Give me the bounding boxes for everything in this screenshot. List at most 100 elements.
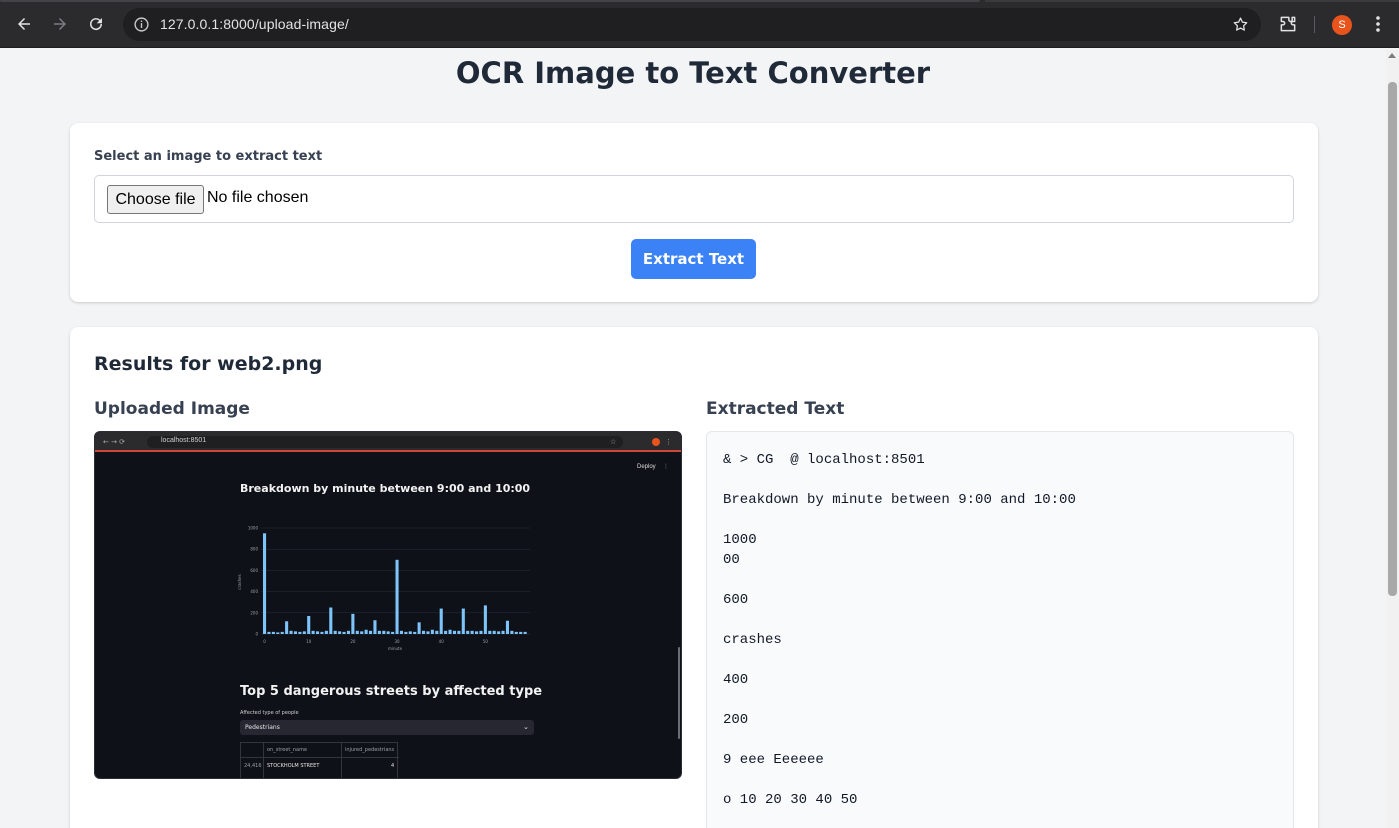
uploaded-image-chart-bar xyxy=(448,629,452,634)
uploaded-image-deploy-label: Deploy xyxy=(637,464,656,470)
uploaded-image-chart-y-tick: 400 xyxy=(250,589,258,594)
uploaded-image-chart-bar xyxy=(510,630,514,634)
uploaded-image-table-cell: STOCKHOLM STREET xyxy=(267,763,320,769)
uploaded-image-chart-bar xyxy=(488,630,492,634)
uploaded-image-chart-bar xyxy=(457,630,461,634)
address-bar[interactable]: 127.0.0.1:8000/upload-image/ xyxy=(123,8,1261,41)
uploaded-image-chart-bar xyxy=(435,630,439,634)
back-button[interactable] xyxy=(11,11,37,37)
url-text[interactable]: 127.0.0.1:8000/upload-image/ xyxy=(160,16,349,32)
page-title: OCR Image to Text Converter xyxy=(455,56,931,90)
uploaded-image-chart-bar xyxy=(395,559,399,634)
uploaded-image-chart-bar xyxy=(514,631,518,634)
info-icon[interactable] xyxy=(133,16,150,33)
file-input-label: Select an image to extract text xyxy=(94,149,323,164)
uploaded-image-chart-bar xyxy=(501,630,505,634)
uploaded-image-heading: Uploaded Image xyxy=(94,399,250,419)
uploaded-image-chart-bar xyxy=(329,607,333,634)
profile-avatar[interactable]: S xyxy=(1332,15,1352,35)
uploaded-image-chart-bar xyxy=(307,615,311,634)
uploaded-image-table-header: on_street_name xyxy=(267,747,308,753)
uploaded-image-chart-x-tick: 40 xyxy=(439,639,445,644)
uploaded-image-menu-icon: ⋮ xyxy=(665,438,672,446)
reload-button[interactable] xyxy=(83,11,109,37)
uploaded-image-select-value: Pedestrians xyxy=(245,724,280,731)
uploaded-image-chart-x-tick: 20 xyxy=(350,639,356,644)
uploaded-image-chart-bar xyxy=(355,630,359,634)
uploaded-image-chart-bar xyxy=(382,630,386,634)
uploaded-image-chart-y-label: crashes xyxy=(237,574,242,589)
uploaded-image-chart-x-label: minute xyxy=(388,646,403,651)
uploaded-image-chart-bar xyxy=(413,631,417,634)
uploaded-image-chart-bar xyxy=(466,630,470,634)
uploaded-image-chart-bar xyxy=(475,631,479,634)
uploaded-image-chart-y-tick: 1000 xyxy=(248,526,259,531)
results-heading: Results for web2.png xyxy=(94,353,323,375)
arrow-left-icon xyxy=(18,18,30,30)
uploaded-image-chart-y-tick: 800 xyxy=(250,547,258,552)
uploaded-image-star-icon: ☆ xyxy=(610,438,617,446)
uploaded-image-chart-bar xyxy=(298,631,302,634)
puzzle-icon[interactable] xyxy=(1278,14,1298,34)
file-input[interactable]: Choose file No file chosen xyxy=(94,175,1294,223)
uploaded-image-chart-bar xyxy=(422,630,426,634)
uploaded-image-section-title: Top 5 dangerous streets by affected type xyxy=(240,684,543,699)
uploaded-image-chart-x-tick: 30 xyxy=(394,639,400,644)
uploaded-image-select xyxy=(240,720,534,735)
forward-button[interactable] xyxy=(47,11,73,37)
kebab-menu-icon[interactable] xyxy=(1370,14,1386,34)
uploaded-image-chart-bar xyxy=(293,631,298,634)
uploaded-image-chart: 0 200 400 600 800 1000 0 10 20 30 40 50 crashes minut… xyxy=(237,526,530,651)
uploaded-image-chart-bar xyxy=(497,631,501,634)
uploaded-image-table-col-rule xyxy=(263,743,264,778)
uploaded-image-chart-bar xyxy=(417,622,421,634)
uploaded-image-table-rule xyxy=(241,757,399,758)
uploaded-image-chart-bar xyxy=(320,631,324,634)
uploaded-image-chart-bar xyxy=(519,631,523,634)
uploaded-image-chart-bar xyxy=(444,630,448,634)
uploaded-image-nav-icons: ← → ⟳ xyxy=(103,438,126,446)
choose-file-button[interactable]: Choose file xyxy=(107,185,204,214)
file-status-text: No file chosen xyxy=(207,189,309,206)
uploaded-image-chart-bar xyxy=(404,631,408,634)
uploaded-image-chart-bar xyxy=(271,631,275,634)
uploaded-image-chart-bar xyxy=(351,613,355,634)
uploaded-image-chart-bar xyxy=(342,631,346,634)
uploaded-image-chart-bar xyxy=(302,631,306,634)
uploaded-image-chart-bar xyxy=(311,630,315,634)
uploaded-image-chart-y-tick: 600 xyxy=(250,568,258,573)
uploaded-image-chart-bar xyxy=(267,631,271,634)
page-scrollbar-thumb[interactable] xyxy=(1388,82,1397,596)
uploaded-image-chart-bar xyxy=(439,608,443,634)
uploaded-image-chart-bar xyxy=(373,620,377,634)
uploaded-image-chart-bar xyxy=(391,631,395,634)
uploaded-image-chart-bar xyxy=(461,608,465,634)
scroll-up-arrow[interactable] xyxy=(1388,53,1396,58)
uploaded-image-table-cell: 4 xyxy=(391,763,395,769)
extracted-text-panel[interactable]: & > CG @ localhost:8501 Breakdown by min… xyxy=(706,431,1294,828)
uploaded-image-select-label: Affected type of people xyxy=(240,710,299,716)
uploaded-image-table-col-rule xyxy=(341,743,342,778)
uploaded-image-chart-bar xyxy=(470,630,474,634)
uploaded-image-chart-bar xyxy=(360,631,364,634)
tab-strip xyxy=(0,0,980,2)
uploaded-image-chart-bar xyxy=(386,631,390,634)
uploaded-image-table-header: injured_pedestrians xyxy=(345,747,395,753)
uploaded-image-chart-bar xyxy=(492,630,496,634)
reload-icon xyxy=(90,18,103,31)
extract-text-button[interactable]: Extract Text xyxy=(631,239,756,279)
uploaded-image-chart-bar xyxy=(324,630,328,634)
tab-strip-inactive xyxy=(985,0,1399,2)
star-icon[interactable] xyxy=(1232,16,1249,33)
uploaded-image-chart-bar xyxy=(369,630,373,634)
uploaded-image-chart-bar xyxy=(280,631,284,634)
uploaded-image-chart-title: Breakdown by minute between 9:00 and 10:… xyxy=(240,482,531,495)
uploaded-image-chart-bar xyxy=(430,629,434,634)
extracted-text-heading: Extracted Text xyxy=(706,399,845,419)
uploaded-image-chart-bar xyxy=(505,620,510,634)
uploaded-image-chart-bar xyxy=(263,533,267,634)
extracted-text[interactable]: & > CG @ localhost:8501 Breakdown by min… xyxy=(723,450,1076,810)
uploaded-image-chevron-icon: ⌄ xyxy=(523,723,529,731)
uploaded-image-kebab-icon: ⋮ xyxy=(663,463,669,470)
uploaded-image-chart-y-tick: 200 xyxy=(250,610,258,615)
